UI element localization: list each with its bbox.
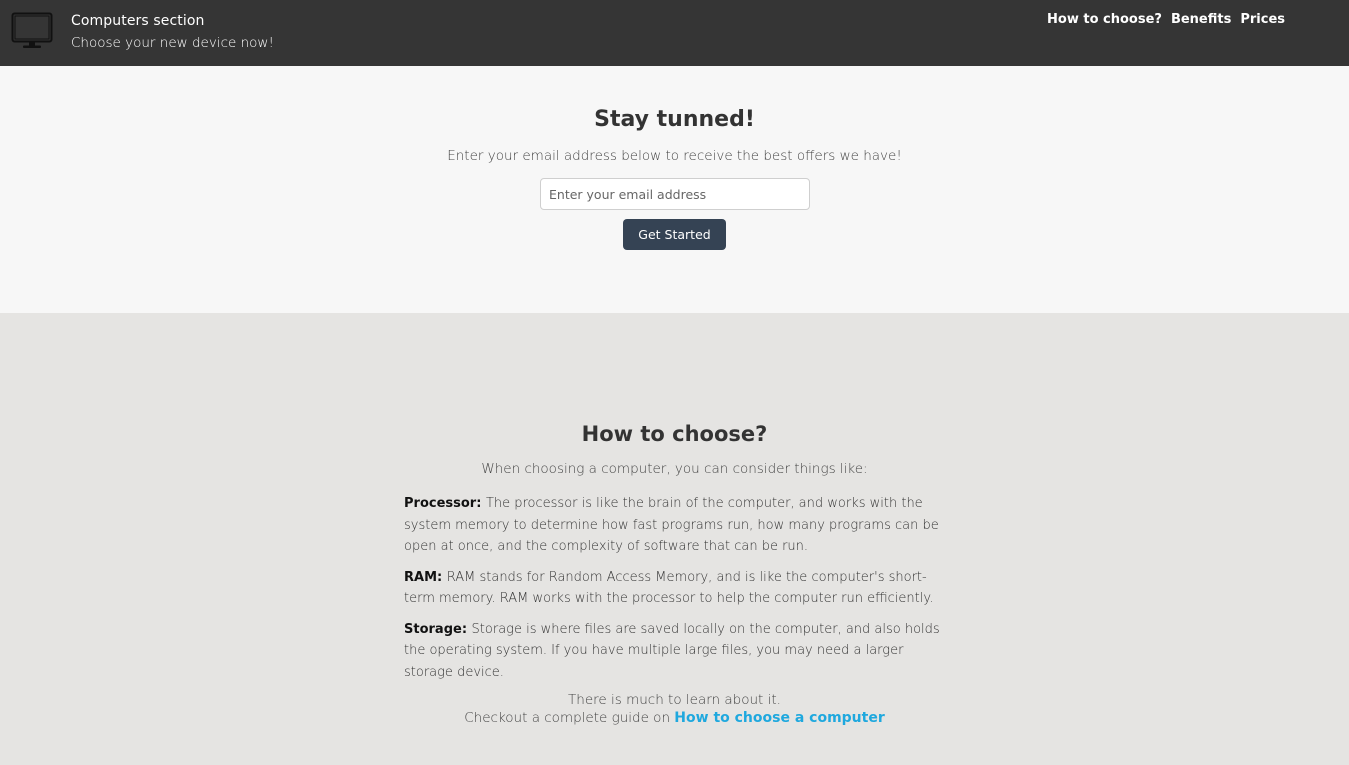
outro-line-1: There is much to learn about it. <box>568 692 781 708</box>
signup-description: Enter your email address below to receiv… <box>447 148 902 164</box>
choose-intro: When choosing a computer, you can consid… <box>481 461 868 477</box>
criteria-text: RAM stands for Random Access Memory, and… <box>404 569 934 607</box>
criteria-item-ram: RAM: RAM stands for Random Access Memory… <box>404 567 949 610</box>
main-nav: How to choose? Benefits Prices <box>1047 12 1285 27</box>
monitor-icon <box>11 12 53 48</box>
site-subtitle: Choose your new device now! <box>71 35 274 51</box>
criteria-term: RAM: <box>404 569 447 585</box>
choose-heading: How to choose? <box>581 422 768 446</box>
guide-outro: There is much to learn about it. Checkou… <box>0 691 1349 727</box>
signup-heading: Stay tunned! <box>594 107 755 132</box>
get-started-button[interactable]: Get Started <box>623 219 726 250</box>
nav-link-benefits[interactable]: Benefits <box>1171 12 1231 27</box>
criteria-list: Processor: The processor is like the bra… <box>404 493 949 692</box>
outro-text: Checkout a complete guide on <box>464 710 675 726</box>
criteria-term: Storage: <box>404 621 472 637</box>
criteria-item-processor: Processor: The processor is like the bra… <box>404 493 949 558</box>
outro-line-2: Checkout a complete guide on How to choo… <box>0 709 1349 727</box>
email-input[interactable] <box>540 178 810 210</box>
how-to-choose-section: How to choose? When choosing a computer,… <box>0 313 1349 765</box>
nav-link-how-to-choose[interactable]: How to choose? <box>1047 12 1162 27</box>
criteria-item-storage: Storage: Storage is where files are save… <box>404 619 949 684</box>
site-header: Computers section Choose your new device… <box>0 0 1349 66</box>
site-title: Computers section <box>71 13 205 29</box>
signup-section: Stay tunned! Enter your email address be… <box>0 66 1349 313</box>
criteria-term: Processor: <box>404 496 486 511</box>
nav-link-prices[interactable]: Prices <box>1240 12 1285 27</box>
criteria-text: Storage is where files are saved locally… <box>404 621 940 680</box>
guide-link[interactable]: How to choose a computer <box>674 710 884 726</box>
